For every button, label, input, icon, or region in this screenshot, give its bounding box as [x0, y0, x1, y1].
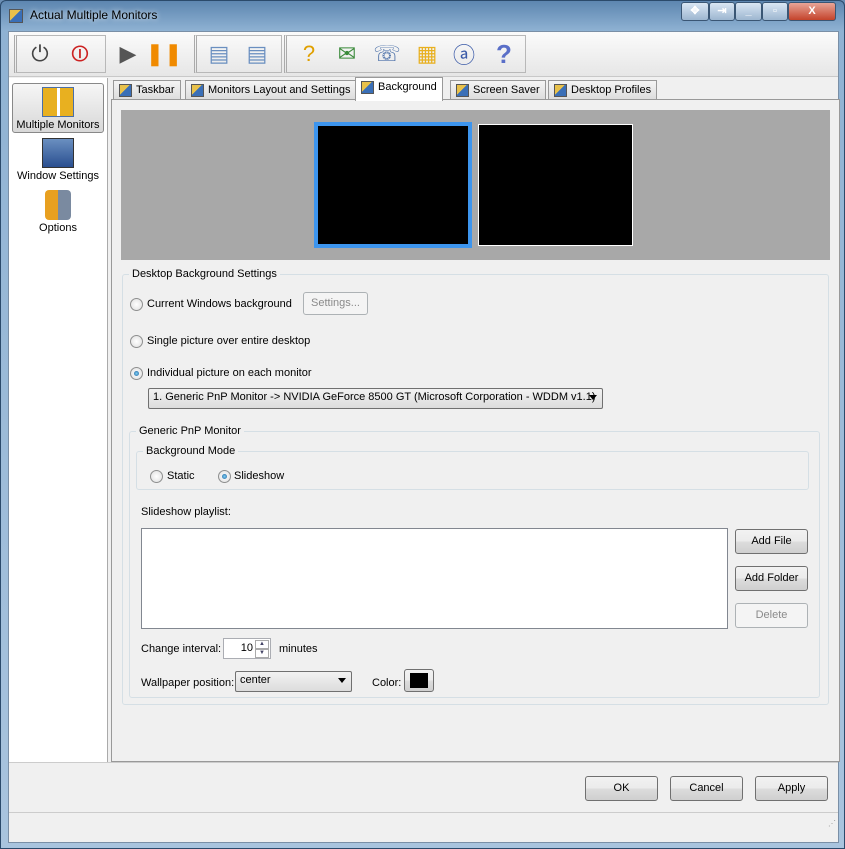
sidebar-item-options[interactable]: Options	[12, 190, 104, 238]
ok-button[interactable]: OK	[585, 776, 658, 801]
tab-screen-saver[interactable]: Screen Saver	[450, 80, 546, 100]
resize-grip-icon[interactable]: ⋰	[828, 819, 836, 828]
interval-unit: minutes	[279, 643, 318, 655]
apply-button[interactable]: Apply	[755, 776, 828, 801]
window-settings-icon	[42, 138, 74, 168]
add-file-button[interactable]: Add File	[735, 529, 808, 554]
monitors-layout-icon	[191, 84, 204, 97]
pin-button[interactable]: ⇥	[709, 2, 735, 21]
minimize-button[interactable]: _	[735, 2, 762, 21]
tab-label: Desktop Profiles	[571, 84, 652, 96]
spin-up-icon[interactable]: ▲	[255, 640, 269, 649]
move-button[interactable]: ✥	[681, 2, 709, 21]
wallpaper-position-value: center	[240, 674, 271, 686]
group-title: Background Mode	[146, 445, 236, 457]
tab-label: Taskbar	[136, 84, 175, 96]
desktop-profiles-icon	[554, 84, 567, 97]
playlist-label: Slideshow playlist:	[141, 506, 231, 518]
tab-desktop-profiles[interactable]: Desktop Profiles	[548, 80, 658, 100]
play-icon[interactable]: ▶	[113, 39, 143, 69]
radio-label: Current Windows background	[147, 298, 292, 310]
sidebar-item-window-settings[interactable]: Window Settings	[12, 138, 104, 186]
divider	[9, 762, 838, 763]
monitors-icon[interactable]: ▦	[412, 39, 442, 69]
chevron-down-icon	[338, 678, 346, 683]
power-off-icon[interactable]: ⏻	[25, 39, 55, 69]
tab-label: Monitors Layout and Settings	[208, 84, 351, 96]
about-icon[interactable]: ⓐ	[449, 39, 479, 69]
interval-label: Change interval:	[141, 643, 222, 655]
chevron-down-icon	[589, 395, 597, 400]
user-settings-icon[interactable]: ▤	[242, 39, 272, 69]
group-title: Desktop Background Settings	[132, 268, 277, 280]
radio-label: Single picture over entire desktop	[147, 335, 311, 347]
sidebar-item-multiple-monitors[interactable]: Multiple Monitors	[12, 83, 104, 133]
monitor-2[interactable]	[478, 124, 633, 246]
radio-static[interactable]	[150, 470, 163, 483]
background-tab-panel: Desktop Background Settings Current Wind…	[111, 99, 840, 762]
monitor-preview	[121, 110, 830, 260]
add-folder-button[interactable]: Add Folder	[735, 566, 808, 591]
group-title: Generic PnP Monitor	[139, 425, 241, 437]
window-settings-icon[interactable]: ▤	[204, 39, 234, 69]
monitors-icon	[42, 87, 74, 117]
window-frame: Actual Multiple Monitors ✥ ⇥ _ ▫ X ⏻ ⏼ ▶…	[0, 0, 845, 849]
tab-taskbar[interactable]: Taskbar	[113, 80, 181, 100]
tab-background[interactable]: Background	[355, 77, 443, 101]
radio-slideshow[interactable]	[218, 470, 231, 483]
radio-individual-picture[interactable]	[130, 367, 143, 380]
interval-value: 10	[240, 642, 253, 654]
radio-label: Slideshow	[234, 470, 285, 482]
help-document-icon[interactable]: ?	[294, 39, 324, 69]
sidebar-item-label: Window Settings	[17, 170, 99, 182]
maximize-button[interactable]: ▫	[762, 2, 788, 21]
tab-label: Screen Saver	[473, 84, 540, 96]
wallpaper-position-select[interactable]: center	[235, 671, 352, 692]
slideshow-playlist[interactable]	[141, 528, 728, 629]
window-title: Actual Multiple Monitors	[30, 8, 158, 22]
email-icon[interactable]: ✉	[332, 39, 362, 69]
color-label: Color:	[372, 677, 402, 689]
screen-saver-icon	[456, 84, 469, 97]
tab-monitors-layout[interactable]: Monitors Layout and Settings	[185, 80, 357, 100]
sidebar-item-label: Options	[39, 222, 77, 234]
color-picker-button[interactable]	[404, 669, 434, 692]
support-icon[interactable]: ☏	[372, 39, 402, 69]
spin-down-icon[interactable]: ▼	[255, 649, 269, 658]
pause-icon[interactable]: ❚❚	[146, 39, 183, 69]
taskbar-icon	[119, 84, 132, 97]
status-bar: ⋰	[9, 812, 838, 832]
monitor-1[interactable]	[314, 122, 472, 248]
settings-button[interactable]: Settings...	[303, 292, 368, 315]
background-icon	[361, 81, 374, 94]
tab-label: Background	[378, 81, 437, 93]
cancel-button[interactable]: Cancel	[670, 776, 743, 801]
stop-icon[interactable]: ⏼	[65, 39, 95, 69]
question-icon[interactable]: ?	[489, 39, 519, 69]
radio-single-picture[interactable]	[130, 335, 143, 348]
close-button[interactable]: X	[788, 2, 836, 21]
radio-label: Individual picture on each monitor	[147, 367, 312, 379]
radio-current-windows-background[interactable]	[130, 298, 143, 311]
color-swatch	[410, 673, 428, 688]
tools-icon	[45, 190, 71, 220]
delete-button[interactable]: Delete	[735, 603, 808, 628]
interval-stepper[interactable]: 10 ▲ ▼	[223, 638, 271, 659]
wallpaper-position-label: Wallpaper position:	[141, 677, 235, 689]
sidebar-item-label: Multiple Monitors	[16, 119, 100, 131]
app-icon	[9, 9, 23, 23]
client-area: ⏻ ⏼ ▶ ❚❚ ▤ ▤ ? ✉ ☏ ▦ ⓐ ? Multiple Monito…	[8, 31, 840, 843]
radio-label: Static	[167, 470, 195, 482]
sidebar: Multiple Monitors Window Settings Option…	[9, 78, 108, 762]
toolbar: ⏻ ⏼ ▶ ❚❚ ▤ ▤ ? ✉ ☏ ▦ ⓐ ?	[9, 32, 838, 77]
monitor-select-value: 1. Generic PnP Monitor -> NVIDIA GeForce…	[153, 391, 596, 403]
background-mode-group: Background Mode	[136, 445, 809, 490]
monitor-select[interactable]: 1. Generic PnP Monitor -> NVIDIA GeForce…	[148, 388, 603, 409]
